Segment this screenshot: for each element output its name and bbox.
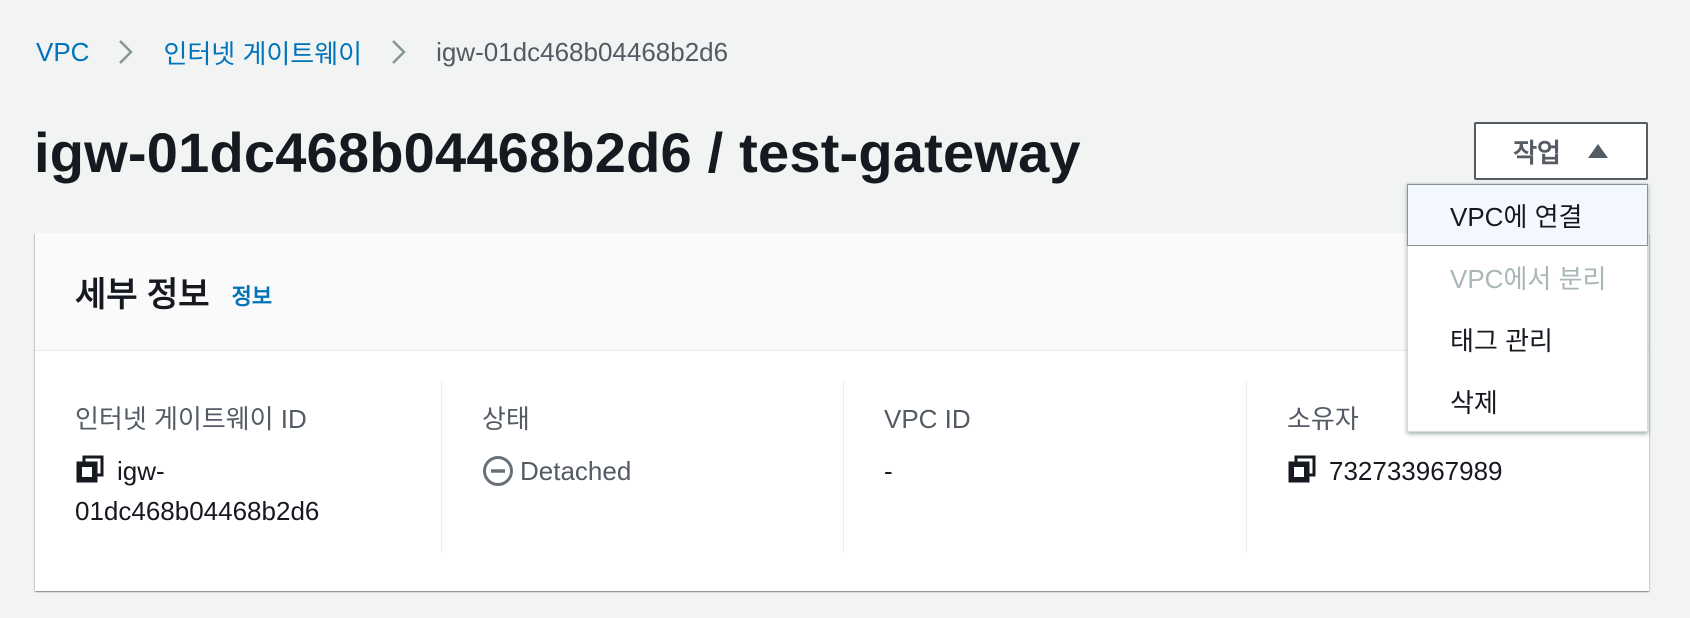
chevron-right-icon xyxy=(115,37,137,67)
detail-label: 인터넷 게이트웨이 ID xyxy=(75,404,307,434)
info-link[interactable]: 정보 xyxy=(232,279,272,311)
menu-item-manage-tags[interactable]: 태그 관리 xyxy=(1408,308,1647,370)
detail-state: 상태 Detached xyxy=(441,381,844,553)
detail-value: igw- 01dc468b04468b2d6 xyxy=(75,451,475,531)
actions-dropdown-menu: VPC에 연결 VPC에서 분리 태그 관리 삭제 xyxy=(1407,183,1648,432)
status-text: Detached xyxy=(520,456,632,486)
copy-icon[interactable] xyxy=(75,454,105,484)
detail-value: 732733967989 xyxy=(1287,451,1649,491)
gateway-id-part2: 01dc468b04468b2d6 xyxy=(75,496,320,526)
breadcrumb: VPC 인터넷 게이트웨이 igw-01dc468b04468b2d6 xyxy=(36,32,728,72)
detail-internet-gateway-id: 인터넷 게이트웨이 ID igw- 01dc468b04468b2d6 xyxy=(75,381,475,553)
section-title: 세부 정보 xyxy=(75,276,210,314)
gateway-id-part1: igw- xyxy=(117,456,165,486)
detail-value: - xyxy=(884,456,893,486)
copy-icon[interactable] xyxy=(1287,454,1317,484)
actions-button-label: 작업 xyxy=(1513,137,1561,168)
detail-label: VPC ID xyxy=(884,404,971,434)
minus-circle-icon xyxy=(482,455,514,487)
menu-item-attach-to-vpc[interactable]: VPC에 연결 xyxy=(1407,184,1648,246)
menu-item-delete[interactable]: 삭제 xyxy=(1408,370,1647,432)
page-title: igw-01dc468b04468b2d6 / test-gateway xyxy=(34,121,1081,184)
detail-value: Detached xyxy=(482,451,844,491)
menu-item-detach-from-vpc: VPC에서 분리 xyxy=(1450,263,1607,294)
breadcrumb-link-internet-gateways[interactable]: 인터넷 게이트웨이 xyxy=(163,34,362,71)
detail-label: 상태 xyxy=(482,404,530,434)
caret-up-icon xyxy=(1587,143,1609,159)
breadcrumb-current: igw-01dc468b04468b2d6 xyxy=(436,36,729,67)
detail-vpc-id: VPC ID - xyxy=(843,381,1247,553)
chevron-right-icon xyxy=(388,37,410,67)
breadcrumb-link-vpc[interactable]: VPC xyxy=(36,37,89,68)
actions-button[interactable]: 작업 xyxy=(1474,122,1648,180)
owner-account-id: 732733967989 xyxy=(1329,456,1503,486)
